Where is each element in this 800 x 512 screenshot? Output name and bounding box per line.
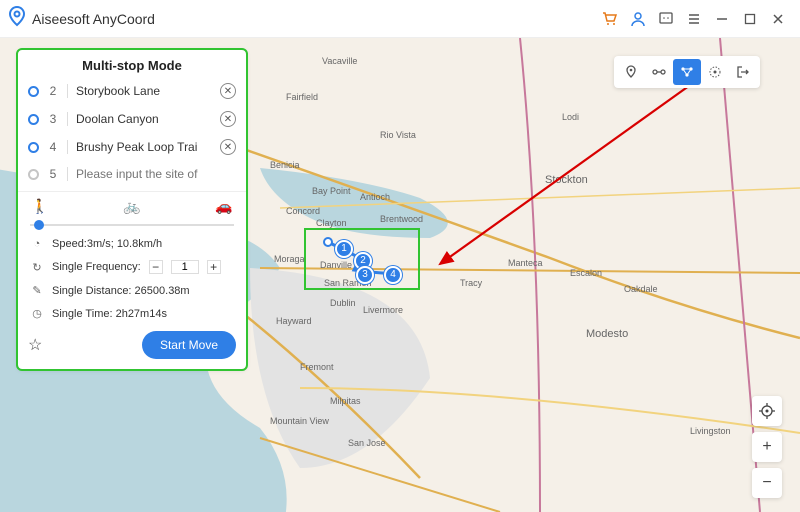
frequency-input[interactable]: [171, 260, 199, 274]
slider-thumb[interactable]: [34, 220, 44, 230]
distance-text: Single Distance: 26500.38m: [52, 285, 190, 297]
time-icon: ◷: [30, 307, 44, 320]
maximize-icon[interactable]: [736, 5, 764, 33]
stop-number: 4: [47, 140, 59, 154]
remove-stop-icon[interactable]: ✕: [220, 111, 236, 127]
remove-stop-icon[interactable]: ✕: [220, 139, 236, 155]
decrement-button[interactable]: −: [149, 260, 163, 274]
app-title: Aiseesoft AnyCoord: [32, 11, 155, 27]
user-icon[interactable]: [624, 5, 652, 33]
favorite-icon[interactable]: ☆: [28, 335, 42, 355]
mode-toolbar: [614, 56, 760, 88]
speed-text: Speed:3m/s; 10.8km/h: [52, 238, 162, 250]
stop-label: Brushy Peak Loop Trai: [76, 140, 212, 154]
stop-row[interactable]: 4 Brushy Peak Loop Trai ✕: [18, 133, 246, 161]
cart-icon[interactable]: [596, 5, 624, 33]
route-marker-3[interactable]: 3: [356, 266, 374, 284]
stop-row[interactable]: 2 Storybook Lane ✕: [18, 77, 246, 105]
mode-joystick-icon[interactable]: [701, 59, 729, 85]
frequency-icon: ↻: [30, 261, 44, 274]
exit-icon[interactable]: [729, 59, 757, 85]
speed-slider[interactable]: [18, 217, 246, 233]
zoom-out-button[interactable]: −: [752, 468, 782, 498]
panel-footer: ☆ Start Move: [18, 325, 246, 369]
walk-icon[interactable]: 🚶: [30, 198, 50, 215]
time-detail: ◷ Single Time: 2h27m14s: [18, 302, 246, 325]
stop-number: 2: [47, 84, 59, 98]
stop-row[interactable]: 3 Doolan Canyon ✕: [18, 105, 246, 133]
slider-track: [30, 224, 234, 226]
speed-detail: ◔ Speed:3m/s; 10.8km/h: [18, 233, 246, 255]
mode-multistop-icon[interactable]: [673, 59, 701, 85]
radio-icon[interactable]: [28, 142, 39, 153]
distance-detail: ✎ Single Distance: 26500.38m: [18, 279, 246, 302]
feedback-icon[interactable]: [652, 5, 680, 33]
map-area[interactable]: Vacaville Fairfield Rio Vista Benicia Co…: [0, 38, 800, 512]
increment-button[interactable]: +: [207, 260, 221, 274]
stop-input-row[interactable]: 5: [18, 161, 246, 187]
divider: [67, 140, 68, 154]
bike-icon[interactable]: 🚲: [122, 198, 142, 215]
zoom-in-button[interactable]: +: [752, 432, 782, 462]
route-marker-4[interactable]: 4: [384, 266, 402, 284]
radio-icon[interactable]: [28, 169, 39, 180]
multistop-panel: Multi-stop Mode 2 Storybook Lane ✕ 3 Doo…: [18, 50, 246, 369]
frequency-detail: ↻ Single Frequency: − +: [18, 255, 246, 279]
remove-stop-icon[interactable]: ✕: [220, 83, 236, 99]
radio-icon[interactable]: [28, 86, 39, 97]
divider: [67, 84, 68, 98]
stop-input[interactable]: [76, 167, 236, 181]
mode-pin-icon[interactable]: [617, 59, 645, 85]
titlebar: Aiseesoft AnyCoord: [0, 0, 800, 38]
transport-mode-row: 🚶 🚲 🚗: [18, 192, 246, 217]
stop-label: Doolan Canyon: [76, 112, 212, 126]
divider: [67, 167, 68, 181]
radio-icon[interactable]: [28, 114, 39, 125]
frequency-label: Single Frequency:: [52, 261, 141, 273]
mode-twopoint-icon[interactable]: [645, 59, 673, 85]
divider: [67, 112, 68, 126]
close-icon[interactable]: [764, 5, 792, 33]
route-marker-1[interactable]: 1: [335, 240, 353, 258]
panel-title: Multi-stop Mode: [18, 50, 246, 77]
car-icon[interactable]: 🚗: [214, 198, 234, 215]
start-move-button[interactable]: Start Move: [142, 331, 236, 359]
stop-number: 3: [47, 112, 59, 126]
stop-number: 5: [47, 167, 59, 181]
distance-icon: ✎: [30, 284, 44, 297]
locate-button[interactable]: [752, 396, 782, 426]
speed-icon: ◔: [30, 238, 44, 250]
menu-icon[interactable]: [680, 5, 708, 33]
stop-label: Storybook Lane: [76, 84, 212, 98]
app-logo-icon: [8, 5, 26, 32]
minimize-icon[interactable]: [708, 5, 736, 33]
time-text: Single Time: 2h27m14s: [52, 308, 167, 320]
